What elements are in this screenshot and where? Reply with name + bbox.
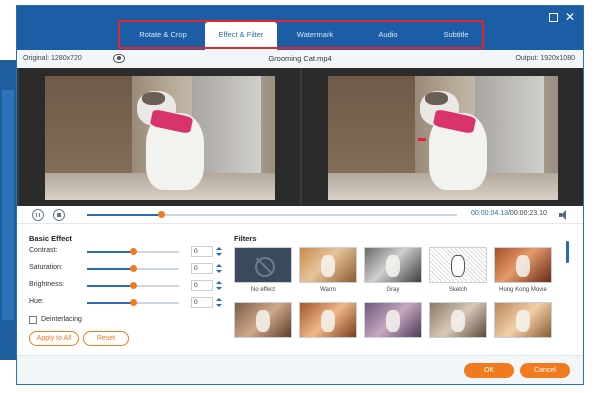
original-preview bbox=[19, 68, 300, 206]
brightness-input[interactable]: 0 bbox=[191, 280, 213, 291]
hue-slider[interactable] bbox=[87, 299, 179, 306]
time-display: 00:00:04.13/00:00:23.10 bbox=[471, 210, 547, 217]
tab-bar: Rotate & Crop Effect & Filter Watermark … bbox=[121, 22, 489, 50]
brightness-stepper[interactable] bbox=[215, 280, 222, 291]
tab-rotate-crop[interactable]: Rotate & Crop bbox=[121, 22, 205, 48]
filters-scrollbar[interactable] bbox=[566, 241, 569, 263]
hue-label: Hue: bbox=[29, 298, 44, 305]
reset-button[interactable]: Reset bbox=[83, 331, 129, 346]
timeline-handle[interactable] bbox=[158, 211, 165, 218]
filter-sketch[interactable]: Sketch bbox=[429, 247, 487, 293]
filter-row2-4[interactable] bbox=[429, 302, 487, 338]
output-video-frame bbox=[328, 76, 558, 200]
contrast-slider[interactable] bbox=[87, 248, 179, 255]
hue-stepper[interactable] bbox=[215, 297, 222, 308]
brightness-label: Brightness: bbox=[29, 281, 65, 288]
total-time: /00:00:23.10 bbox=[507, 210, 547, 217]
filter-label: Sketch bbox=[448, 287, 468, 293]
tab-audio[interactable]: Audio bbox=[353, 22, 423, 48]
filter-thumbnail bbox=[429, 247, 487, 283]
close-icon[interactable]: ✕ bbox=[564, 11, 576, 23]
info-bar: Original: 1280x720 Grooming Cat.mp4 Outp… bbox=[17, 50, 583, 68]
filter-thumbnail bbox=[364, 247, 422, 283]
filter-row2-1[interactable] bbox=[234, 302, 292, 338]
red-marker bbox=[418, 138, 426, 141]
filter-thumbnail bbox=[234, 302, 292, 338]
maximize-icon[interactable] bbox=[547, 11, 559, 23]
basic-effect-title: Basic Effect bbox=[29, 234, 72, 243]
filters-title: Filters bbox=[234, 234, 257, 243]
output-resolution: Output: 1920x1080 bbox=[515, 55, 575, 62]
filter-label: No effect bbox=[251, 287, 275, 293]
tab-subtitle[interactable]: Subtitle bbox=[423, 22, 489, 48]
edit-dialog: ✕ Rotate & Crop Effect & Filter Watermar… bbox=[16, 5, 584, 385]
contrast-input[interactable]: 0 bbox=[191, 246, 213, 257]
background-app-edge bbox=[584, 60, 600, 390]
contrast-stepper[interactable] bbox=[215, 246, 222, 257]
playback-bar: 00:00:04.13/00:00:23.10 bbox=[17, 206, 583, 224]
filter-label: Gray bbox=[386, 287, 400, 293]
filter-label: Warm bbox=[320, 287, 336, 293]
file-name: Grooming Cat.mp4 bbox=[268, 54, 332, 63]
tab-watermark[interactable]: Watermark bbox=[277, 22, 353, 48]
cancel-button[interactable]: Cancel bbox=[520, 363, 570, 378]
original-video-frame bbox=[45, 76, 275, 200]
contrast-label: Contrast: bbox=[29, 247, 58, 254]
filter-hong-kong-movie[interactable]: Hong Kong Movie bbox=[494, 247, 552, 293]
saturation-stepper[interactable] bbox=[215, 263, 222, 274]
filter-warm[interactable]: Warm bbox=[299, 247, 357, 293]
saturation-input[interactable]: 0 bbox=[191, 263, 213, 274]
deinterlacing-checkbox[interactable] bbox=[29, 316, 37, 324]
dialog-header: ✕ Rotate & Crop Effect & Filter Watermar… bbox=[17, 6, 583, 50]
apply-to-all-button[interactable]: Apply to All bbox=[29, 331, 79, 346]
preview-area bbox=[17, 68, 583, 206]
saturation-slider[interactable] bbox=[87, 265, 179, 272]
brightness-row: Brightness: 0 bbox=[29, 280, 222, 292]
effect-panel: Basic Effect Contrast: 0 Saturation: 0 B… bbox=[17, 225, 583, 355]
deinterlacing-label: Deinterlacing bbox=[41, 316, 82, 323]
filter-thumbnail bbox=[299, 302, 357, 338]
filter-row2-2[interactable] bbox=[299, 302, 357, 338]
tab-effect-filter[interactable]: Effect & Filter bbox=[205, 22, 277, 50]
saturation-label: Saturation: bbox=[29, 264, 63, 271]
filter-label: Hong Kong Movie bbox=[499, 287, 547, 293]
screenshot-canvas: ✕ Rotate & Crop Effect & Filter Watermar… bbox=[0, 0, 600, 393]
filter-thumbnail bbox=[364, 302, 422, 338]
filter-thumbnail bbox=[494, 247, 552, 283]
ok-button[interactable]: OK bbox=[464, 363, 514, 378]
output-preview bbox=[302, 68, 583, 206]
brightness-slider[interactable] bbox=[87, 282, 179, 289]
hue-input[interactable]: 0 bbox=[191, 297, 213, 308]
filter-thumbnail bbox=[429, 302, 487, 338]
saturation-row: Saturation: 0 bbox=[29, 263, 222, 275]
timeline-slider[interactable] bbox=[87, 211, 457, 218]
filter-gray[interactable]: Gray bbox=[364, 247, 422, 293]
dialog-footer: OK Cancel bbox=[17, 355, 583, 384]
pause-button[interactable] bbox=[32, 209, 44, 221]
filter-thumbnail bbox=[494, 302, 552, 338]
stop-button[interactable] bbox=[53, 209, 65, 221]
timeline-progress bbox=[87, 214, 161, 216]
current-time: 00:00:04.13 bbox=[471, 210, 508, 217]
filter-no-effect[interactable]: No effect bbox=[234, 247, 292, 293]
filter-thumbnail bbox=[299, 247, 357, 283]
no-effect-icon bbox=[234, 247, 292, 283]
contrast-row: Contrast: 0 bbox=[29, 246, 222, 258]
volume-icon[interactable] bbox=[559, 210, 569, 220]
hue-row: Hue: 0 bbox=[29, 297, 222, 309]
filter-row2-3[interactable] bbox=[364, 302, 422, 338]
filter-row2-5[interactable] bbox=[494, 302, 552, 338]
